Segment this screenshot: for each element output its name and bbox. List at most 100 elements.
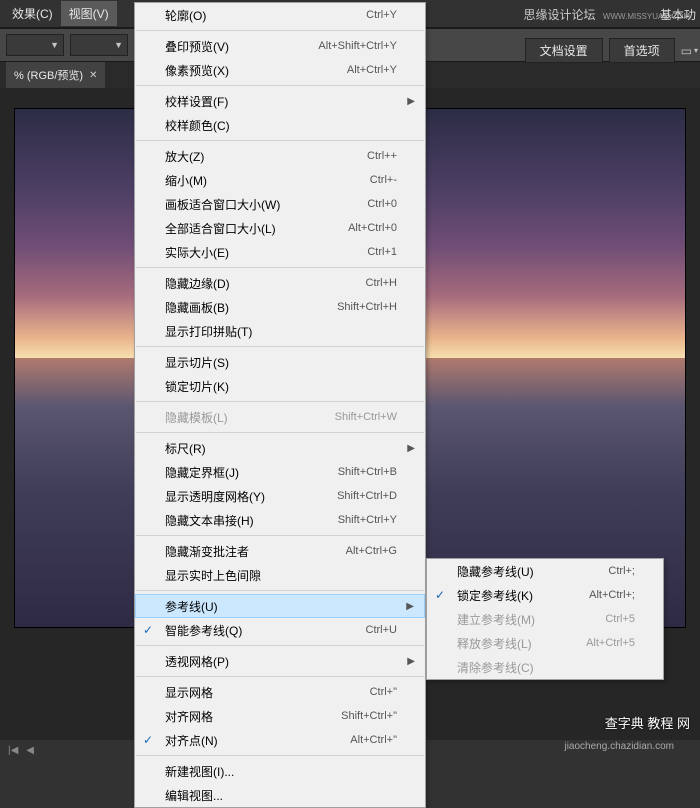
menu-item[interactable]: 对齐网格Shift+Ctrl+" xyxy=(135,704,425,728)
menu-item[interactable]: 编辑视图... xyxy=(135,783,425,807)
submenu-arrow-icon: ▶ xyxy=(407,656,415,667)
menu-separator xyxy=(136,432,424,433)
menu-shortcut: Ctrl+1 xyxy=(367,246,397,258)
menu-shortcut: Shift+Ctrl+H xyxy=(337,301,397,313)
menu-shortcut: Ctrl+; xyxy=(608,565,635,577)
menu-item-label: 像素预览(X) xyxy=(165,62,347,79)
menu-item[interactable]: 叠印预览(V)Alt+Shift+Ctrl+Y xyxy=(135,34,425,58)
menu-item[interactable]: 放大(Z)Ctrl++ xyxy=(135,144,425,168)
menu-item[interactable]: 隐藏画板(B)Shift+Ctrl+H xyxy=(135,295,425,319)
menu-item[interactable]: 画板适合窗口大小(W)Ctrl+0 xyxy=(135,192,425,216)
menu-item[interactable]: 校样颜色(C) xyxy=(135,113,425,137)
check-icon: ✓ xyxy=(435,588,445,602)
menu-item[interactable]: 实际大小(E)Ctrl+1 xyxy=(135,240,425,264)
menu-item-label: 全部适合窗口大小(L) xyxy=(165,220,348,237)
check-icon: ✓ xyxy=(143,623,153,637)
footer-watermark: 查字典 教程 网 xyxy=(605,713,690,732)
menu-effects[interactable]: 效果(C) xyxy=(4,1,61,26)
menu-shortcut: Ctrl++ xyxy=(367,150,397,162)
menu-item-label: 隐藏渐变批注者 xyxy=(165,543,346,560)
menu-item-label: 清除参考线(C) xyxy=(457,659,635,676)
menu-item-label: 叠印预览(V) xyxy=(165,38,318,55)
menu-item-label: 参考线(U) xyxy=(165,598,397,615)
menu-item-label: 对齐网格 xyxy=(165,708,341,725)
submenu-arrow-icon: ▶ xyxy=(407,96,415,107)
menu-item[interactable]: 像素预览(X)Alt+Ctrl+Y xyxy=(135,58,425,82)
menu-item[interactable]: 校样设置(F)▶ xyxy=(135,89,425,113)
menu-shortcut: Ctrl+" xyxy=(370,686,397,698)
color-dropdown[interactable]: ▼ xyxy=(6,34,64,56)
menu-item-label: 释放参考线(L) xyxy=(457,635,586,652)
menu-item[interactable]: 显示实时上色间隙 xyxy=(135,563,425,587)
menu-shortcut: Shift+Ctrl+D xyxy=(337,490,397,502)
menu-item[interactable]: 缩小(M)Ctrl+- xyxy=(135,168,425,192)
menu-item[interactable]: 标尺(R)▶ xyxy=(135,436,425,460)
menu-item-label: 对齐点(N) xyxy=(165,732,350,749)
menu-separator xyxy=(136,346,424,347)
chevron-down-icon: ▼ xyxy=(50,40,59,50)
menu-item[interactable]: 新建视图(I)... xyxy=(135,759,425,783)
menu-shortcut: Alt+Ctrl+G xyxy=(346,545,397,557)
menu-item-label: 隐藏文本串接(H) xyxy=(165,512,338,529)
menu-item-label: 显示透明度网格(Y) xyxy=(165,488,337,505)
menu-item-label: 实际大小(E) xyxy=(165,244,367,261)
basic-link[interactable]: 基本功 xyxy=(660,6,696,23)
menu-item-label: 显示打印拼贴(T) xyxy=(165,323,397,340)
doc-settings-button[interactable]: 文档设置 xyxy=(525,38,603,63)
menu-item: 建立参考线(M)Ctrl+5 xyxy=(427,607,663,631)
menu-shortcut: Alt+Ctrl+0 xyxy=(348,222,397,234)
menu-item-label: 隐藏模板(L) xyxy=(165,409,335,426)
menu-shortcut: Shift+Ctrl+B xyxy=(338,466,397,478)
menu-item[interactable]: 显示透明度网格(Y)Shift+Ctrl+D xyxy=(135,484,425,508)
document-tab[interactable]: % (RGB/预览) ✕ xyxy=(6,62,105,88)
footer-url: jiaocheng.chazidian.com xyxy=(564,741,674,752)
menu-shortcut: Ctrl+- xyxy=(370,174,397,186)
menu-shortcut: Alt+Ctrl+" xyxy=(350,734,397,746)
menu-shortcut: Shift+Ctrl+W xyxy=(335,411,397,423)
menu-item[interactable]: 隐藏文本串接(H)Shift+Ctrl+Y xyxy=(135,508,425,532)
menu-item-label: 智能参考线(Q) xyxy=(165,622,366,639)
guides-submenu: 隐藏参考线(U)Ctrl+;✓锁定参考线(K)Alt+Ctrl+;建立参考线(M… xyxy=(426,558,664,680)
menu-item-label: 隐藏边缘(D) xyxy=(165,275,366,292)
prev-icon[interactable]: ◀ xyxy=(26,745,34,756)
menu-view[interactable]: 视图(V) xyxy=(61,1,117,26)
panel-menu-icon[interactable]: ▭▾ xyxy=(681,44,698,58)
menu-item[interactable]: 显示打印拼贴(T) xyxy=(135,319,425,343)
menu-item[interactable]: 隐藏定界框(J)Shift+Ctrl+B xyxy=(135,460,425,484)
menu-item: 释放参考线(L)Alt+Ctrl+5 xyxy=(427,631,663,655)
menu-item-label: 隐藏定界框(J) xyxy=(165,464,338,481)
menu-item-label: 编辑视图... xyxy=(165,787,397,804)
menu-item[interactable]: 隐藏参考线(U)Ctrl+; xyxy=(427,559,663,583)
submenu-arrow-icon: ▶ xyxy=(407,443,415,454)
menu-item: 清除参考线(C) xyxy=(427,655,663,679)
menu-separator xyxy=(136,85,424,86)
menu-item-label: 缩小(M) xyxy=(165,172,370,189)
first-icon[interactable]: |◀ xyxy=(8,745,18,756)
menu-item[interactable]: 透视网格(P)▶ xyxy=(135,649,425,673)
menu-separator xyxy=(136,676,424,677)
menu-item[interactable]: ✓智能参考线(Q)Ctrl+U xyxy=(135,618,425,642)
menu-separator xyxy=(136,30,424,31)
view-menu: 轮廓(O)Ctrl+Y叠印预览(V)Alt+Shift+Ctrl+Y像素预览(X… xyxy=(134,2,426,808)
menu-item[interactable]: 显示网格Ctrl+" xyxy=(135,680,425,704)
menu-shortcut: Alt+Ctrl+5 xyxy=(586,637,635,649)
menu-item[interactable]: 隐藏边缘(D)Ctrl+H xyxy=(135,271,425,295)
menu-item[interactable]: 轮廓(O)Ctrl+Y xyxy=(135,3,425,27)
menu-item[interactable]: 全部适合窗口大小(L)Alt+Ctrl+0 xyxy=(135,216,425,240)
submenu-arrow-icon: ▶ xyxy=(406,601,414,612)
preferences-button[interactable]: 首选项 xyxy=(609,38,675,63)
menu-item: 隐藏模板(L)Shift+Ctrl+W xyxy=(135,405,425,429)
menu-item[interactable]: 锁定切片(K) xyxy=(135,374,425,398)
menu-separator xyxy=(136,267,424,268)
menu-item[interactable]: 隐藏渐变批注者Alt+Ctrl+G xyxy=(135,539,425,563)
menu-item[interactable]: ✓对齐点(N)Alt+Ctrl+" xyxy=(135,728,425,752)
menu-item-label: 隐藏参考线(U) xyxy=(457,563,608,580)
menu-item[interactable]: 参考线(U) ▶ xyxy=(135,594,425,618)
menu-separator xyxy=(136,645,424,646)
swatch-dropdown[interactable]: ▼ xyxy=(70,34,128,56)
menu-separator xyxy=(136,590,424,591)
menu-item[interactable]: ✓锁定参考线(K)Alt+Ctrl+; xyxy=(427,583,663,607)
menu-item[interactable]: 显示切片(S) xyxy=(135,350,425,374)
menu-shortcut: Ctrl+5 xyxy=(605,613,635,625)
close-icon[interactable]: ✕ xyxy=(89,70,97,81)
